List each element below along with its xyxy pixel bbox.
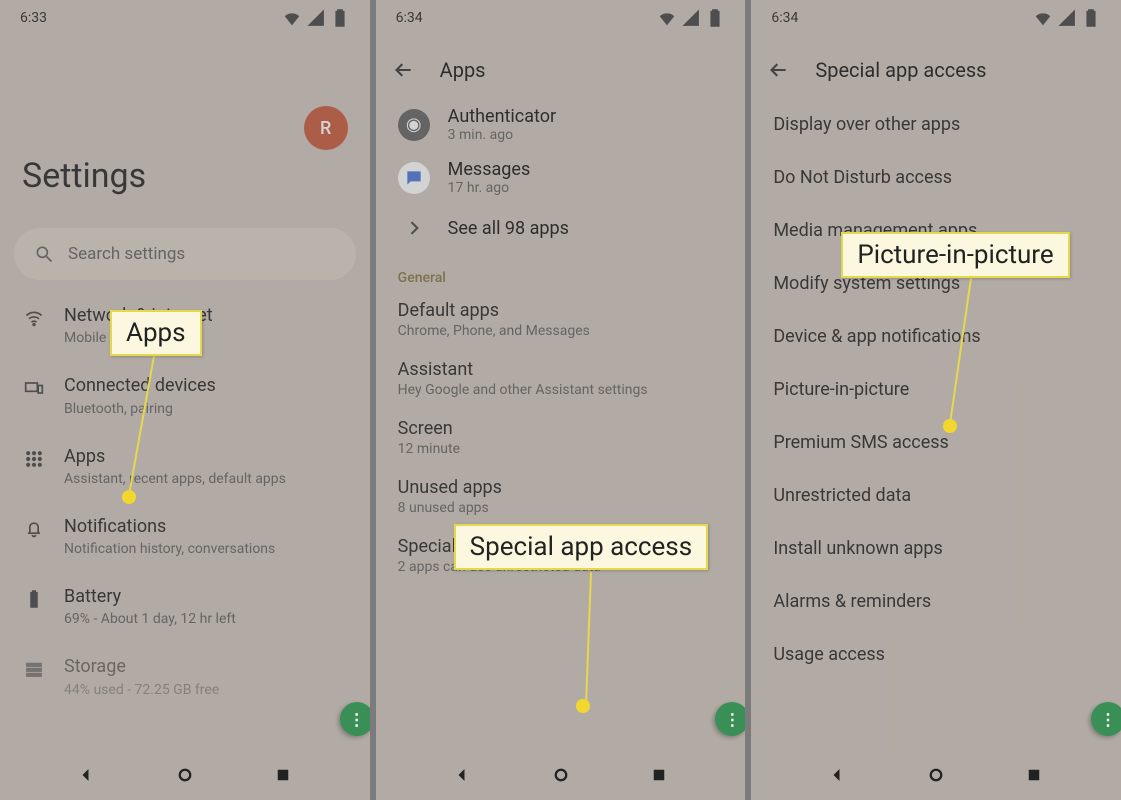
profile-avatar[interactable]: R	[304, 106, 348, 150]
general-row-screen-time[interactable]: Screen 12 minute	[376, 408, 746, 467]
wifi-icon	[657, 8, 677, 28]
fab-button[interactable]: ⋮	[340, 702, 374, 736]
battery-icon	[330, 8, 350, 28]
clock: 6:34	[771, 10, 798, 26]
search-placeholder: Search settings	[68, 244, 185, 264]
devices-icon	[24, 378, 44, 398]
row-device-app-notifications[interactable]: Device & app notifications	[751, 310, 1121, 363]
battery-icon	[1081, 8, 1101, 28]
row-picture-in-picture[interactable]: Picture-in-picture	[751, 363, 1121, 416]
callout-apps: Apps	[110, 310, 202, 356]
row-premium-sms-access[interactable]: Premium SMS access	[751, 416, 1121, 469]
nav-bar	[751, 750, 1121, 800]
nav-recent-icon[interactable]	[274, 766, 292, 784]
setting-row-notifications[interactable]: NotificationsNotification history, conve…	[0, 501, 370, 571]
status-bar: 6:34	[376, 0, 746, 36]
back-icon[interactable]	[394, 60, 414, 80]
page-title: Settings	[22, 156, 348, 196]
nav-back-icon[interactable]	[829, 766, 847, 784]
signal-icon	[1057, 8, 1077, 28]
status-bar: 6:33	[0, 0, 370, 36]
page-title: Apps	[440, 58, 486, 82]
row-usage-access[interactable]: Usage access	[751, 628, 1121, 681]
app-bar: Special app access	[751, 42, 1121, 98]
general-row-default-apps[interactable]: Default apps Chrome, Phone, and Messages	[376, 290, 746, 349]
general-row-assistant[interactable]: Assistant Hey Google and other Assistant…	[376, 349, 746, 408]
highlight-dot	[576, 699, 590, 713]
row-alarms-reminders[interactable]: Alarms & reminders	[751, 575, 1121, 628]
apps-icon	[24, 449, 44, 469]
app-icon	[398, 162, 430, 194]
app-bar: Apps	[376, 42, 746, 98]
clock: 6:34	[396, 10, 423, 26]
bell-icon	[24, 519, 44, 539]
storage-icon	[24, 659, 44, 679]
battery-icon	[24, 589, 44, 609]
app-icon: ◉	[398, 109, 430, 141]
row-do-not-disturb-access[interactable]: Do Not Disturb access	[751, 151, 1121, 204]
nav-recent-icon[interactable]	[650, 766, 668, 784]
row-unrestricted-data[interactable]: Unrestricted data	[751, 469, 1121, 522]
highlight-dot	[122, 490, 136, 504]
see-all-apps[interactable]: See all 98 apps	[376, 204, 746, 252]
fab-button[interactable]: ⋮	[1091, 702, 1121, 736]
setting-row-connected-devices[interactable]: Connected devicesBluetooth, pairing	[0, 360, 370, 430]
panel-settings: 6:33 R Settings Search settings Network …	[0, 0, 376, 800]
wifi-icon	[282, 8, 302, 28]
chevron-right-icon	[398, 212, 430, 244]
nav-home-icon[interactable]	[927, 766, 945, 784]
search-input[interactable]: Search settings	[14, 228, 356, 280]
setting-row-apps[interactable]: AppsAssistant, recent apps, default apps	[0, 431, 370, 501]
nav-bar	[0, 750, 370, 800]
fab-button[interactable]: ⋮	[715, 702, 749, 736]
recent-app-authenticator[interactable]: ◉ Authenticator3 min. ago	[376, 98, 746, 151]
battery-icon	[705, 8, 725, 28]
nav-back-icon[interactable]	[454, 766, 472, 784]
signal-icon	[306, 8, 326, 28]
callout-special-app-access: Special app access	[454, 524, 708, 570]
signal-icon	[681, 8, 701, 28]
panel-special-app-access: 6:34 Special app access Display over oth…	[751, 0, 1121, 800]
nav-home-icon[interactable]	[176, 766, 194, 784]
wifi-icon	[24, 308, 44, 328]
section-label-general: General	[376, 252, 746, 290]
nav-recent-icon[interactable]	[1025, 766, 1043, 784]
setting-row-battery[interactable]: Battery69% - About 1 day, 12 hr left	[0, 571, 370, 641]
status-icons	[282, 8, 350, 28]
status-bar: 6:34	[751, 0, 1121, 36]
search-icon	[34, 244, 54, 264]
page-title: Special app access	[815, 58, 986, 82]
status-icons	[1033, 8, 1101, 28]
clock: 6:33	[20, 10, 47, 26]
panel-apps: 6:34 Apps ◉ Authenticator3 min. ago Mess…	[376, 0, 752, 800]
general-row-unused-apps[interactable]: Unused apps 8 unused apps	[376, 467, 746, 526]
callout-picture-in-picture: Picture-in-picture	[841, 232, 1069, 278]
nav-home-icon[interactable]	[552, 766, 570, 784]
nav-bar	[376, 750, 746, 800]
row-display-over-other-apps[interactable]: Display over other apps	[751, 98, 1121, 151]
recent-app-messages[interactable]: Messages17 hr. ago	[376, 151, 746, 204]
row-install-unknown-apps[interactable]: Install unknown apps	[751, 522, 1121, 575]
setting-row-storage[interactable]: Storage44% used - 72.25 GB free	[0, 641, 370, 711]
back-icon[interactable]	[769, 60, 789, 80]
status-icons	[657, 8, 725, 28]
nav-back-icon[interactable]	[78, 766, 96, 784]
wifi-icon	[1033, 8, 1053, 28]
